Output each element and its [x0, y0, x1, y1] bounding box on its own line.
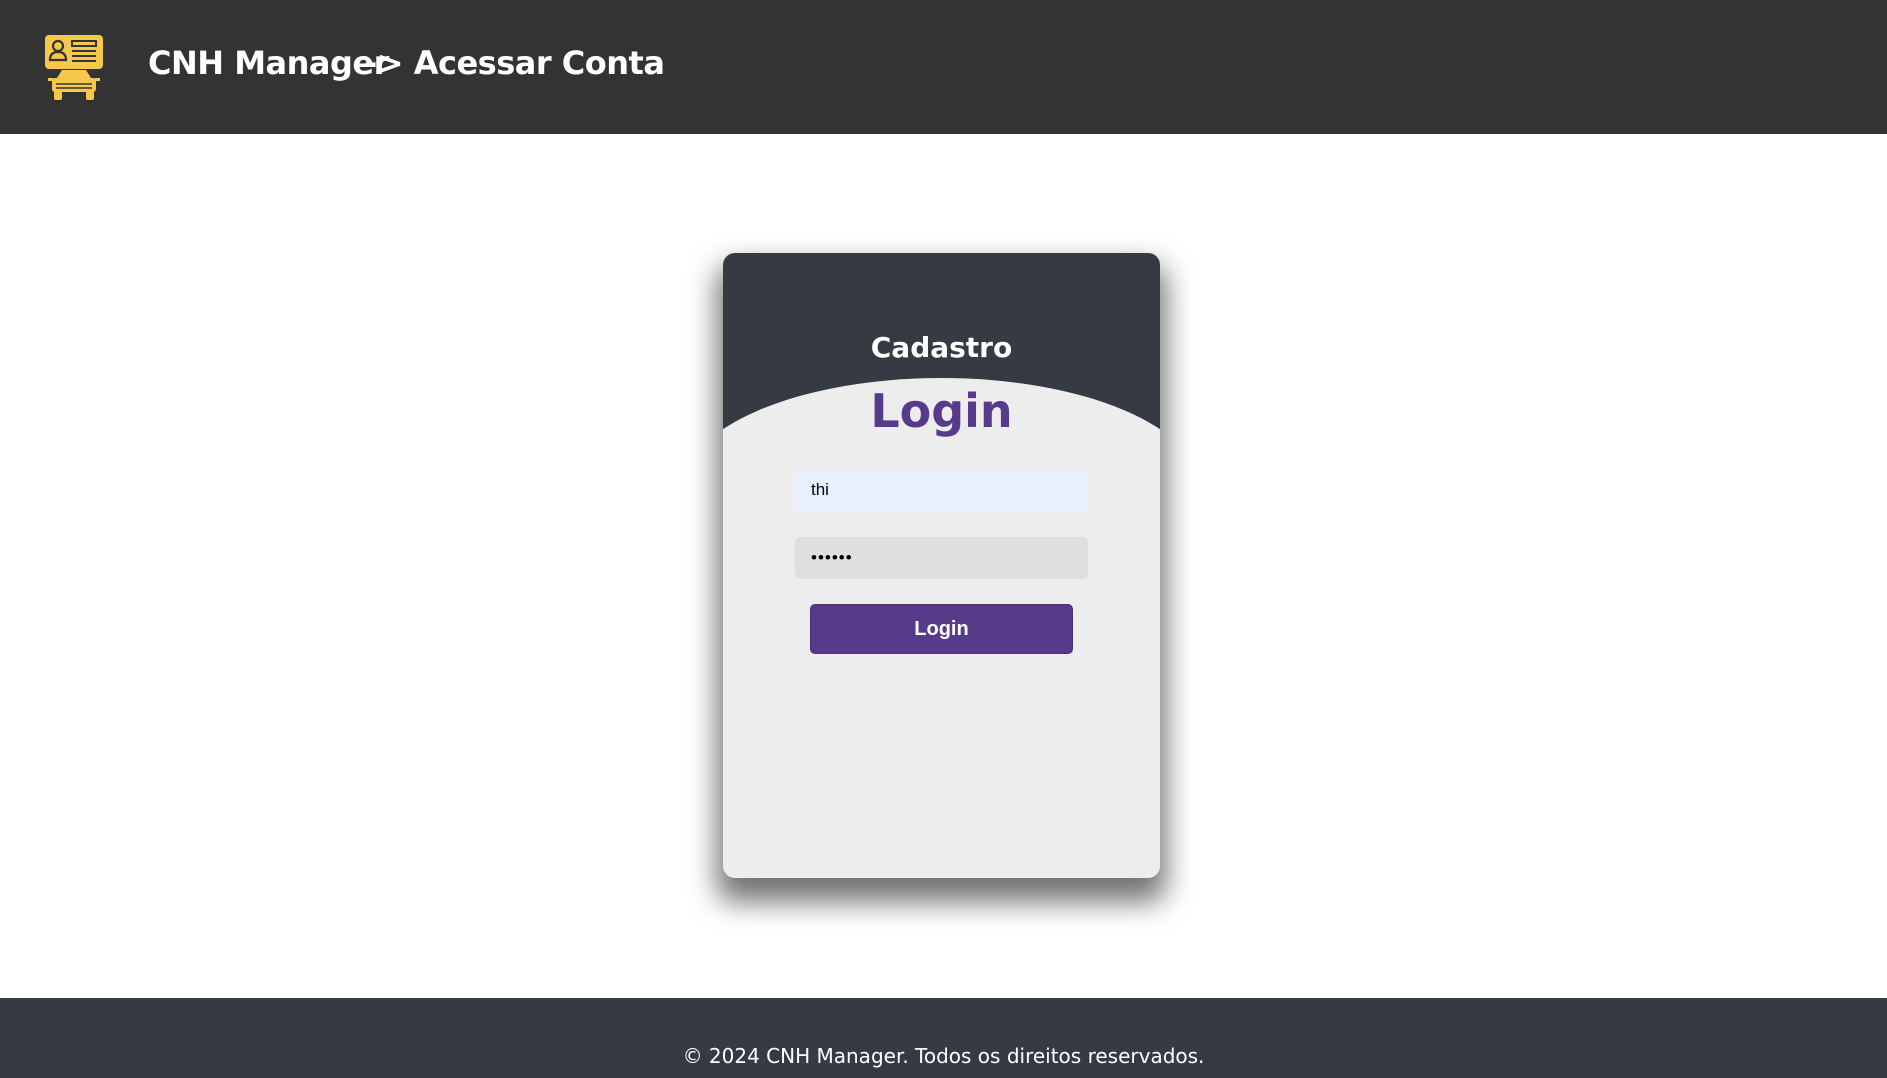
tab-login[interactable]: Login: [723, 384, 1160, 438]
login-card: Cadastro Login Login: [723, 253, 1160, 878]
password-input[interactable]: [795, 537, 1088, 579]
tab-cadastro[interactable]: Cadastro: [723, 331, 1160, 364]
breadcrumb: -> Acessar Conta: [364, 44, 665, 82]
app-title: CNH Manager: [148, 44, 389, 82]
driver-license-car-icon: [44, 34, 104, 102]
login-button[interactable]: Login: [810, 604, 1073, 654]
footer-copyright: © 2024 CNH Manager. Todos os direitos re…: [682, 1044, 1205, 1068]
top-header: CNH Manager -> Acessar Conta: [0, 0, 1887, 134]
footer: © 2024 CNH Manager. Todos os direitos re…: [0, 998, 1887, 1078]
username-input[interactable]: [795, 469, 1088, 511]
